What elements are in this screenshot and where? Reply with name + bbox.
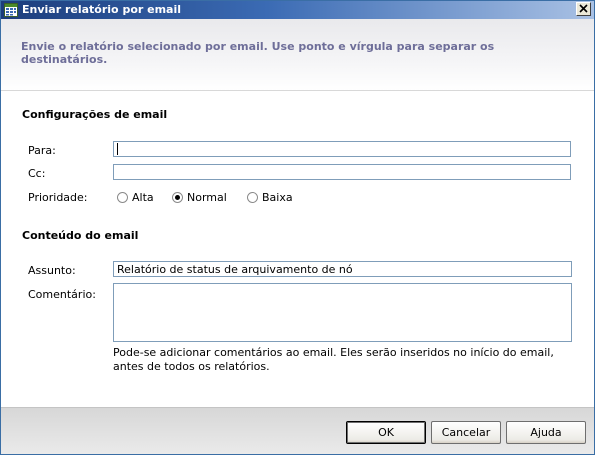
email-report-dialog: Enviar relatório por email Envie o relat… [0,0,595,455]
report-icon [4,3,18,17]
title-bar[interactable]: Enviar relatório por email [1,1,594,19]
cancel-button[interactable]: Cancelar [431,421,501,444]
comment-label: Comentário: [28,288,96,301]
priority-high-radio[interactable] [117,191,128,203]
cc-label: Cc: [28,167,46,180]
comment-hint: Pode-se adicionar comentários ao email. … [113,346,554,373]
text-caret [117,143,118,155]
priority-low-radio[interactable] [247,191,258,203]
comment-field[interactable] [113,283,572,342]
subject-label: Assunto: [28,264,76,277]
cc-field[interactable] [113,164,571,180]
priority-label: Prioridade: [28,191,88,204]
help-button[interactable]: Ajuda [506,421,586,444]
close-button[interactable] [576,2,591,16]
window-title: Enviar relatório por email [22,3,182,16]
priority-high-option[interactable]: Alta [117,190,154,204]
priority-high-label: Alta [132,190,154,204]
priority-normal-radio[interactable] [172,191,183,203]
header-divider [1,90,594,91]
ok-button[interactable]: OK [346,421,426,444]
priority-low-label: Baixa [262,190,293,204]
email-content-heading: Conteúdo do email [22,229,139,242]
email-settings-heading: Configurações de email [22,108,168,121]
dialog-description: Envie o relatório selecionado por email.… [21,40,495,66]
to-label: Para: [28,144,56,157]
header-band: Envie o relatório selecionado por email.… [1,19,594,91]
to-field[interactable] [113,141,571,157]
priority-low-option[interactable]: Baixa [247,190,293,204]
priority-normal-option[interactable]: Normal [172,190,227,204]
subject-field[interactable] [113,261,572,277]
close-icon [579,4,588,13]
priority-normal-label: Normal [187,190,227,204]
